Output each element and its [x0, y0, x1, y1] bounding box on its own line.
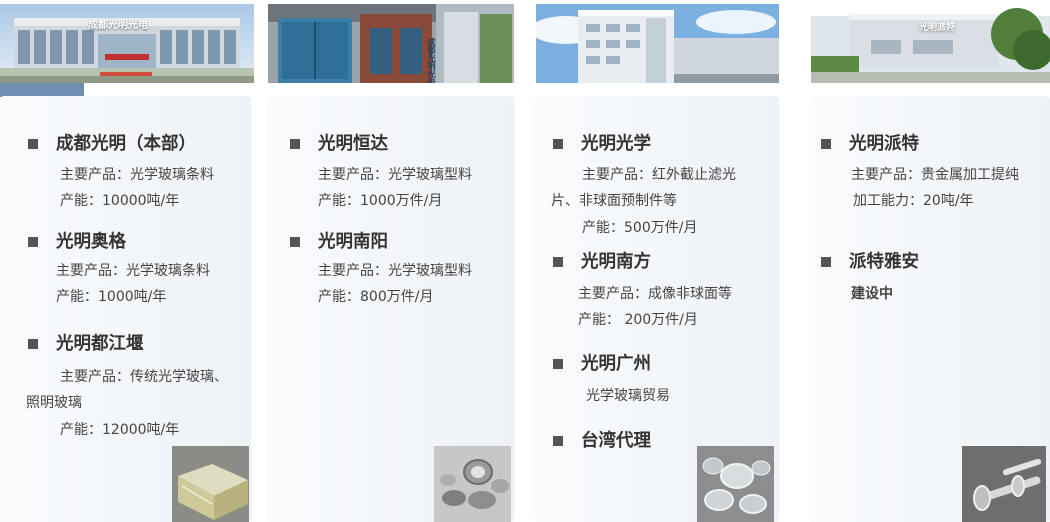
bullet-icon: [28, 339, 38, 349]
bullet-icon: [28, 139, 38, 149]
product-line: 主要产品：贵金属加工提纯: [851, 167, 1019, 183]
status-line: 建设中: [851, 286, 893, 302]
lens-blank-image: [434, 446, 511, 522]
capacity-line: 产能：800万件/月: [318, 289, 434, 305]
entry-title: 光明派特: [849, 134, 919, 154]
capacity-line: 产能： 200万件/月: [578, 312, 698, 328]
bullet-icon: [553, 359, 563, 369]
bullet-icon: [821, 257, 831, 267]
bullet-icon: [28, 237, 38, 247]
capacity-line: 产能：1000万件/月: [318, 193, 443, 209]
entry-title: 光明广州: [581, 354, 651, 374]
product-line: 主要产品：光学玻璃型料: [318, 167, 472, 183]
building-sign: 成都光明光电: [88, 20, 148, 31]
building-photo-3: [536, 4, 779, 83]
capacity-line: 产能：500万件/月: [582, 220, 698, 236]
product-line: 主要产品：成像非球面等: [578, 286, 732, 302]
product-line: 主要产品：光学玻璃型料: [318, 263, 472, 279]
entry-title: 光明奥格: [56, 232, 126, 252]
photo-chengdu-hq: 成都光明光电: [0, 4, 254, 83]
product-photo-lens-blanks: [434, 446, 511, 522]
photo-pate: 光明派特: [811, 4, 1050, 83]
entry-title: 台湾代理: [581, 431, 651, 451]
entry-title: 光明都江堰: [56, 334, 144, 354]
entry-title: 光明恒达: [318, 134, 388, 154]
product-line: 主要产品：光学玻璃条料: [56, 263, 210, 279]
building-photo-4: [811, 4, 1050, 83]
bullet-icon: [290, 139, 300, 149]
product-line: 主要产品：光学玻璃条料: [60, 167, 214, 183]
product-photo-aspheric-lenses: [697, 446, 774, 522]
bullet-icon: [553, 257, 563, 267]
bullet-icon: [553, 436, 563, 446]
entry-title: 光明光学: [581, 134, 651, 154]
photo-optics: [536, 4, 779, 83]
bullet-icon: [821, 139, 831, 149]
business-line: 光学玻璃贸易: [586, 388, 670, 404]
product-line: 主要产品：红外截止滤光: [582, 167, 736, 183]
capacity-line: 产能：12000吨/年: [60, 422, 180, 438]
product-photo-glass-blocks: [172, 446, 249, 522]
product-line-cont: 片、非球面预制件等: [551, 193, 677, 209]
photo-hengda: 成都光明光电: [268, 4, 514, 83]
entry-title: 成都光明（本部）: [56, 134, 196, 154]
photo-strip-accent: [0, 83, 84, 97]
aspheric-lens-image: [697, 446, 774, 522]
entry-title: 光明南方: [581, 252, 651, 272]
bullet-icon: [553, 139, 563, 149]
product-line-cont: 照明玻璃: [26, 395, 82, 411]
entry-title: 派特雅安: [849, 252, 919, 272]
entry-title: 光明南阳: [318, 232, 388, 252]
building-sign: 成都光明光电: [427, 38, 436, 83]
building-sign: 光明派特: [919, 23, 956, 33]
product-line: 主要产品：传统光学玻璃、: [60, 369, 228, 385]
capacity-line: 产能：10000吨/年: [60, 193, 180, 209]
capacity-line: 产能：1000吨/年: [56, 289, 167, 305]
bullet-icon: [290, 237, 300, 247]
glass-block-image: [172, 446, 249, 522]
precious-metal-image: [962, 446, 1046, 522]
product-photo-metal-parts: [962, 446, 1046, 522]
capacity-line: 加工能力：20吨/年: [853, 193, 974, 209]
building-photo-2: [268, 4, 514, 83]
